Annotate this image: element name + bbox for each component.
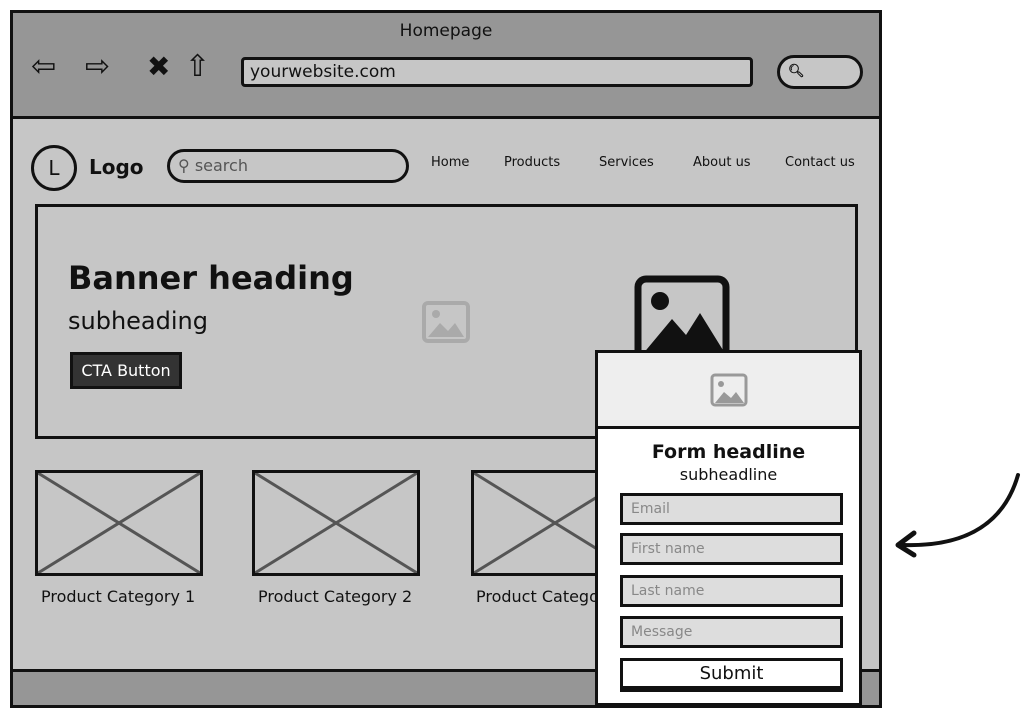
curved-arrow-icon xyxy=(895,473,1020,558)
email-field[interactable]: Email xyxy=(620,493,843,525)
url-bar[interactable]: yourwebsite.com xyxy=(241,57,753,87)
submit-button[interactable]: Submit xyxy=(620,658,843,692)
message-field[interactable]: Message xyxy=(620,616,843,648)
signup-popup: Form headline subheadline Email First na… xyxy=(595,350,862,706)
product-image-placeholder[interactable] xyxy=(252,470,420,576)
forward-arrow-icon[interactable]: ⇨ xyxy=(85,47,110,87)
popup-image-area xyxy=(598,353,859,429)
form-headline: Form headline xyxy=(651,441,806,463)
logo-icon: L xyxy=(31,145,77,191)
image-placeholder-icon xyxy=(710,373,748,407)
last-name-field[interactable]: Last name xyxy=(620,575,843,607)
nav-services[interactable]: Services xyxy=(599,155,654,170)
first-name-field[interactable]: First name xyxy=(620,533,843,565)
logo-text: Logo xyxy=(89,155,144,179)
banner-subheading: subheading xyxy=(68,307,208,335)
form-subheadline: subheadline xyxy=(679,465,778,484)
close-icon[interactable]: ✖ xyxy=(147,47,170,87)
search-icon: 🔍︎ xyxy=(788,64,805,79)
back-arrow-icon[interactable]: ⇦ xyxy=(31,47,56,87)
browser-toolbar: Homepage ⇦ ⇨ ✖ ⇧ yourwebsite.com 🔍︎ xyxy=(13,13,879,119)
nav-about-us[interactable]: About us xyxy=(693,155,751,170)
nav-home[interactable]: Home xyxy=(431,155,469,170)
site-search-input[interactable]: ⚲ search xyxy=(167,149,409,183)
search-icon: ⚲ xyxy=(178,156,195,175)
image-placeholder-icon xyxy=(422,301,470,343)
home-icon[interactable]: ⇧ xyxy=(185,47,210,87)
browser-search-button[interactable]: 🔍︎ xyxy=(777,55,863,89)
window-title: Homepage xyxy=(399,21,493,41)
nav-products[interactable]: Products xyxy=(504,155,560,170)
product-label[interactable]: Product Category 2 xyxy=(258,587,412,606)
banner-heading: Banner heading xyxy=(68,259,354,297)
cta-button[interactable]: CTA Button xyxy=(70,352,182,389)
nav-contact-us[interactable]: Contact us xyxy=(785,155,855,170)
product-label[interactable]: Product Category 1 xyxy=(41,587,195,606)
search-placeholder: search xyxy=(194,156,248,175)
product-image-placeholder[interactable] xyxy=(35,470,203,576)
